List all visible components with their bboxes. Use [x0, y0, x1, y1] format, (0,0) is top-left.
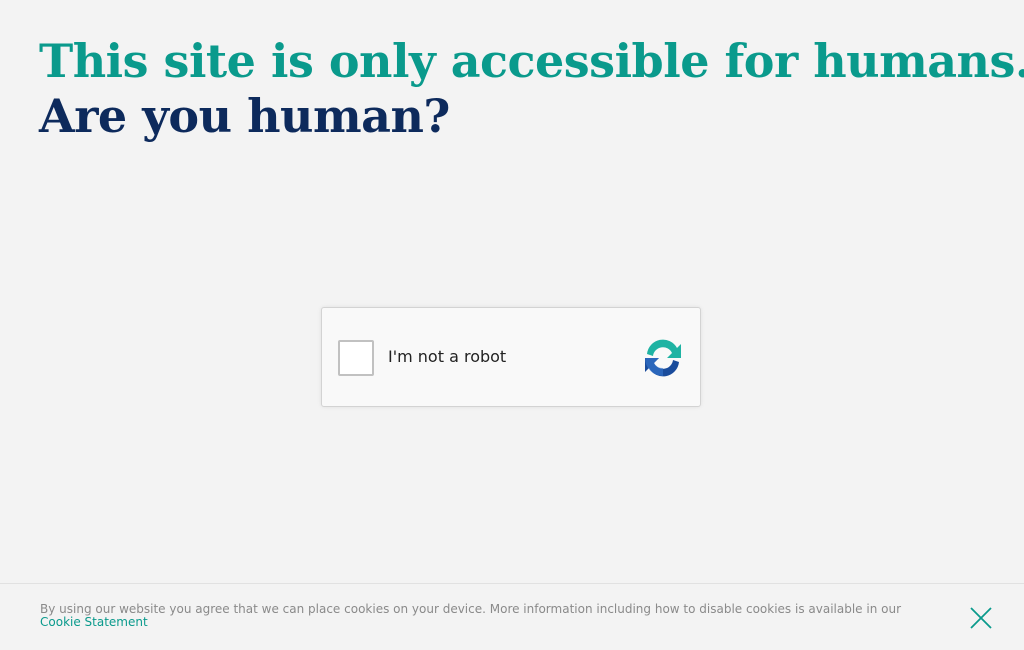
page-headline: This site is only accessible for humans.…	[39, 34, 1024, 144]
headline-line-1: This site is only accessible for humans.	[39, 34, 1024, 88]
captcha-label: I'm not a robot	[388, 347, 507, 366]
headline-line-2: Are you human?	[39, 89, 450, 143]
cookie-consent-bar: By using our website you agree that we c…	[0, 583, 1024, 650]
recaptcha-logo-icon	[645, 339, 681, 377]
cookie-statement-link[interactable]: Cookie Statement	[40, 616, 148, 629]
close-icon[interactable]	[968, 605, 994, 631]
captcha-widget: I'm not a robot	[321, 307, 701, 407]
not-a-robot-checkbox[interactable]	[338, 340, 374, 376]
cookie-message-text: By using our website you agree that we c…	[40, 602, 902, 616]
cookie-message: By using our website you agree that we c…	[40, 603, 940, 629]
